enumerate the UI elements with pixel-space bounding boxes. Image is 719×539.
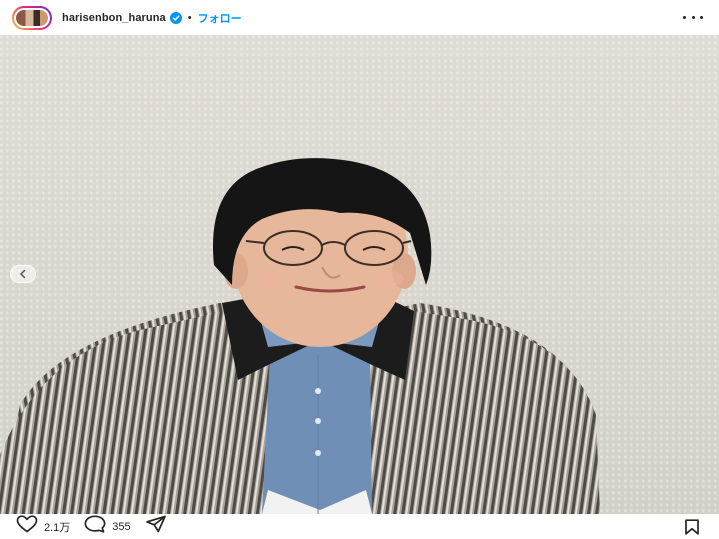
action-bar: 2.1万 355 xyxy=(0,514,719,539)
username-link[interactable]: harisenbon_haruna xyxy=(62,12,166,24)
bookmark-icon xyxy=(683,519,701,539)
verified-badge-icon xyxy=(169,11,182,24)
comment-button[interactable]: 355 xyxy=(84,515,131,538)
send-icon xyxy=(145,515,167,538)
more-options-icon[interactable] xyxy=(683,10,703,24)
person-photo-illustration xyxy=(0,158,600,514)
comment-bubble-icon xyxy=(84,515,106,538)
comment-count: 355 xyxy=(112,520,131,533)
separator-dot: • xyxy=(187,11,192,24)
like-button[interactable]: 2.1万 xyxy=(16,515,70,538)
post-header: harisenbon_haruna • フォロー xyxy=(0,0,719,35)
avatar-image xyxy=(16,9,48,26)
save-button[interactable] xyxy=(683,519,701,539)
like-count: 2.1万 xyxy=(44,521,71,534)
chevron-left-icon[interactable] xyxy=(10,265,36,283)
avatar-image-frame xyxy=(14,7,50,28)
avatar[interactable] xyxy=(12,5,52,30)
post-photo[interactable] xyxy=(0,35,719,514)
share-button[interactable] xyxy=(145,515,167,538)
heart-icon xyxy=(16,515,38,538)
follow-button[interactable]: フォロー xyxy=(198,10,242,26)
